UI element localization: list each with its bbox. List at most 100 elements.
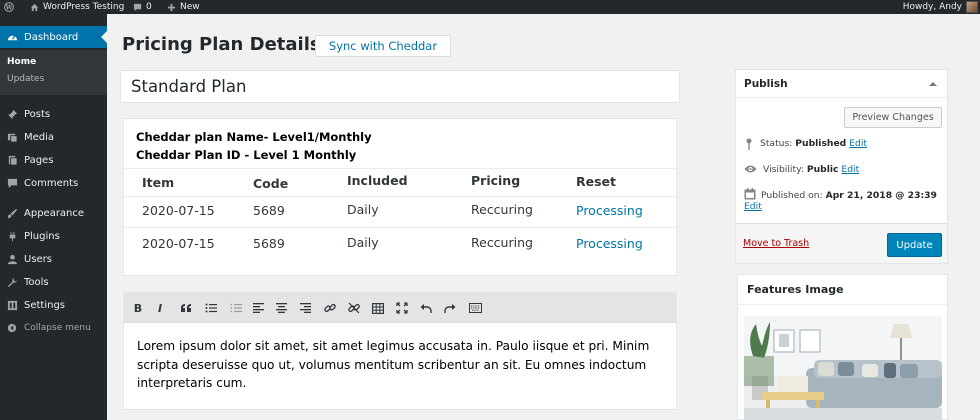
- new-content-link[interactable]: New: [167, 0, 200, 14]
- published-date: Apr 21, 2018 @ 23:39: [825, 190, 937, 201]
- svg-text:W: W: [5, 4, 13, 11]
- publish-box-header[interactable]: Publish: [736, 70, 947, 98]
- featured-image[interactable]: [744, 316, 942, 420]
- calendar-icon: [744, 188, 756, 200]
- pin-icon: [0, 109, 24, 120]
- fullscreen-button[interactable]: [393, 299, 411, 317]
- plug-icon: [0, 231, 24, 242]
- pages-icon: [0, 155, 24, 166]
- undo-icon: [420, 303, 432, 313]
- sidebar-item-users[interactable]: Users: [0, 249, 107, 269]
- link-icon: [324, 303, 336, 313]
- sidebar-item-plugins[interactable]: Plugins: [0, 226, 107, 246]
- cell-item: 2020-07-15: [142, 236, 215, 251]
- content-editor: B I Lorem ipsum dolor sit amet, sit amet…: [123, 292, 677, 410]
- quote-icon: [181, 304, 191, 312]
- collapse-arrow-icon: [0, 323, 24, 333]
- page-title: Pricing Plan Details: [122, 34, 321, 55]
- sidebar-item-settings[interactable]: Settings: [0, 295, 107, 315]
- numbered-list-icon: [230, 303, 242, 313]
- avatar[interactable]: [966, 1, 978, 13]
- cheddar-plan-id: Cheddar Plan ID - Level 1 Monthly: [136, 148, 357, 162]
- collapse-arrow-icon[interactable]: [929, 82, 937, 86]
- bold-button[interactable]: B: [129, 299, 147, 317]
- status-value: Published: [795, 138, 847, 149]
- keyboard-icon: [468, 303, 482, 313]
- cell-pricing: Reccuring: [471, 235, 533, 250]
- update-button[interactable]: Update: [887, 233, 942, 257]
- sidebar-item-pages[interactable]: Pages: [0, 150, 107, 170]
- edit-status-link[interactable]: Edit: [849, 138, 867, 149]
- blockquote-button[interactable]: [177, 299, 195, 317]
- editor-toolbar: B I: [124, 293, 676, 323]
- dashboard-submenu: Home Updates: [0, 50, 107, 95]
- processing-link[interactable]: Processing: [576, 203, 643, 218]
- column-header-item: Item: [142, 175, 175, 190]
- numbered-list-button[interactable]: [227, 299, 245, 317]
- collapse-label: Collapse menu: [24, 323, 91, 333]
- bulleted-list-button[interactable]: [202, 299, 220, 317]
- sidebar-item-label: Plugins: [24, 230, 60, 242]
- italic-button[interactable]: I: [151, 299, 169, 317]
- sidebar-item-label: Appearance: [24, 207, 85, 219]
- publish-actions: Move to Trash Update: [736, 223, 947, 263]
- wordpress-logo-icon[interactable]: W: [4, 0, 18, 14]
- sync-with-cheddar-button[interactable]: Sync with Cheddar: [315, 35, 451, 57]
- published-date-row: Published on: Apr 21, 2018 @ 23:39 Edit: [744, 188, 949, 212]
- sidebar-item-label: Media: [24, 131, 55, 143]
- edit-date-link[interactable]: Edit: [744, 201, 762, 212]
- plan-details-panel: Cheddar plan Name- Level1/Monthly Chedda…: [123, 118, 677, 276]
- align-left-icon: [252, 303, 264, 313]
- insert-link-button[interactable]: [321, 299, 339, 317]
- sidebar-item-media[interactable]: Media: [0, 127, 107, 147]
- align-center-button[interactable]: [272, 299, 290, 317]
- publish-title: Publish: [744, 78, 788, 90]
- site-name-link[interactable]: WordPress Testing: [30, 0, 124, 14]
- collapse-menu-button[interactable]: Collapse menu: [0, 318, 107, 338]
- admin-sidebar: Dashboard Home Updates Posts Media Pages…: [0, 14, 107, 420]
- column-header-pricing: Pricing: [471, 173, 521, 188]
- pin-icon: [746, 138, 752, 150]
- sidebar-item-posts[interactable]: Posts: [0, 104, 107, 124]
- sidebar-item-appearance[interactable]: Appearance: [0, 203, 107, 223]
- remove-link-button[interactable]: [345, 299, 363, 317]
- processing-link[interactable]: Processing: [576, 236, 643, 251]
- sidebar-item-label: Comments: [24, 177, 79, 189]
- post-title-input[interactable]: Standard Plan: [120, 70, 680, 103]
- toolbar-toggle-button[interactable]: [466, 299, 484, 317]
- align-left-button[interactable]: [249, 299, 267, 317]
- wrench-icon: [0, 277, 24, 288]
- sidebar-item-comments[interactable]: Comments: [0, 173, 107, 193]
- site-name: WordPress Testing: [43, 2, 125, 12]
- cell-code: 5689: [253, 236, 285, 251]
- submenu-item-home[interactable]: Home: [7, 57, 36, 67]
- comments-link[interactable]: 0: [133, 0, 152, 14]
- insert-table-button[interactable]: [369, 299, 387, 317]
- published-label: Published on:: [761, 190, 823, 201]
- editor-content[interactable]: Lorem ipsum dolor sit amet, sit amet leg…: [137, 337, 667, 393]
- settings-icon: [0, 300, 24, 311]
- status-label: Status:: [760, 138, 793, 149]
- user-icon: [0, 254, 24, 265]
- divider: [124, 227, 676, 228]
- sidebar-item-label: Tools: [24, 276, 49, 288]
- edit-visibility-link[interactable]: Edit: [841, 164, 859, 175]
- preview-changes-button[interactable]: Preview Changes: [844, 107, 942, 128]
- cell-included: Daily: [347, 235, 379, 250]
- move-to-trash-link[interactable]: Move to Trash: [743, 238, 809, 249]
- redo-button[interactable]: [441, 299, 459, 317]
- comments-count: 0: [146, 2, 152, 12]
- sidebar-item-dashboard[interactable]: Dashboard: [0, 26, 107, 48]
- brush-icon: [0, 208, 24, 219]
- align-right-button[interactable]: [296, 299, 314, 317]
- cell-pricing: Reccuring: [471, 202, 533, 217]
- undo-button[interactable]: [417, 299, 435, 317]
- sidebar-item-tools[interactable]: Tools: [0, 272, 107, 292]
- submenu-item-updates[interactable]: Updates: [7, 74, 44, 84]
- dashboard-icon: [0, 32, 24, 43]
- align-center-icon: [275, 303, 287, 313]
- post-status-row: Status: Published Edit: [744, 138, 867, 150]
- user-greeting[interactable]: Howdy, Andy: [903, 0, 962, 14]
- cell-item: 2020-07-15: [142, 203, 215, 218]
- bulleted-list-icon: [205, 303, 217, 313]
